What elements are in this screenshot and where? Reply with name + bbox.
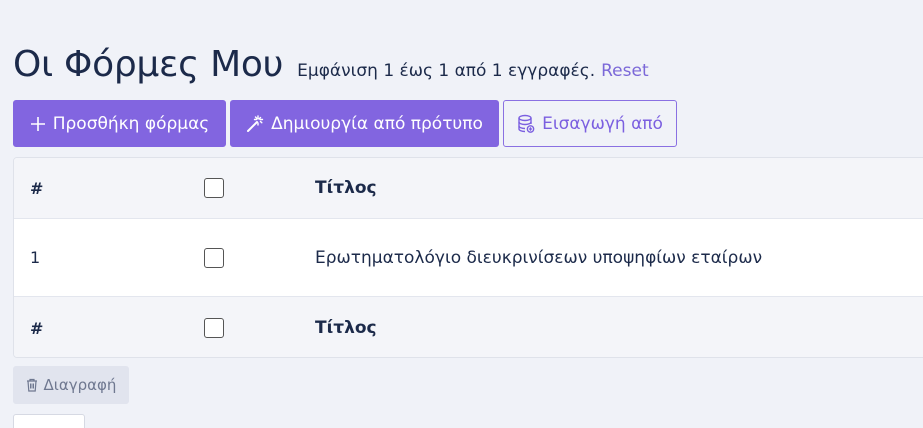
import-button[interactable]: Εισαγωγή από: [503, 100, 677, 147]
delete-label: Διαγραφή: [43, 376, 117, 394]
select-all-checkbox-footer[interactable]: [204, 318, 224, 338]
trash-icon: [26, 378, 38, 392]
select-all-checkbox[interactable]: [204, 178, 224, 198]
title-row: Οι Φόρμες Μου Εμφάνιση 1 έως 1 από 1 εγγ…: [13, 44, 649, 85]
page-title: Οι Φόρμες Μου: [13, 44, 284, 85]
row-checkbox[interactable]: [204, 247, 224, 268]
column-header-number: #: [30, 178, 44, 198]
column-header-title[interactable]: Τίτλος: [315, 178, 377, 198]
records-summary: Εμφάνιση 1 έως 1 από 1 εγγραφές.: [297, 61, 596, 81]
column-footer-number: #: [30, 318, 44, 338]
add-form-button[interactable]: Προσθήκη φόρμας: [13, 100, 226, 147]
create-from-template-label: Δημιουργία από πρότυπο: [271, 113, 483, 134]
row-number: 1: [30, 248, 41, 267]
database-import-icon: [517, 114, 535, 134]
reset-link[interactable]: Reset: [601, 61, 649, 81]
table-row: 1 Ερωτηματολόγιο διευκρινίσεων υποψηφίων…: [14, 219, 923, 297]
per-page-select[interactable]: [13, 414, 85, 428]
create-from-template-button[interactable]: Δημιουργία από πρότυπο: [230, 100, 499, 147]
table-footer-row: # Τίτλος: [14, 297, 923, 357]
add-form-label: Προσθήκη φόρμας: [52, 113, 210, 134]
delete-button[interactable]: Διαγραφή: [13, 366, 129, 404]
import-label: Εισαγωγή από: [542, 113, 663, 134]
column-footer-title[interactable]: Τίτλος: [315, 318, 377, 338]
toolbar: Προσθήκη φόρμας Δημιουργία από πρότυπο Ε…: [13, 100, 677, 147]
forms-table: # Τίτλος 1 Ερωτηματολόγιο διευκρινίσεων …: [13, 157, 923, 358]
table-header-row: # Τίτλος: [14, 158, 923, 219]
plus-icon: [30, 116, 46, 132]
magic-wand-icon: [246, 114, 264, 133]
page: Οι Φόρμες Μου Εμφάνιση 1 έως 1 από 1 εγγ…: [0, 0, 923, 428]
row-title[interactable]: Ερωτηματολόγιο διευκρινίσεων υποψηφίων ε…: [315, 248, 762, 268]
